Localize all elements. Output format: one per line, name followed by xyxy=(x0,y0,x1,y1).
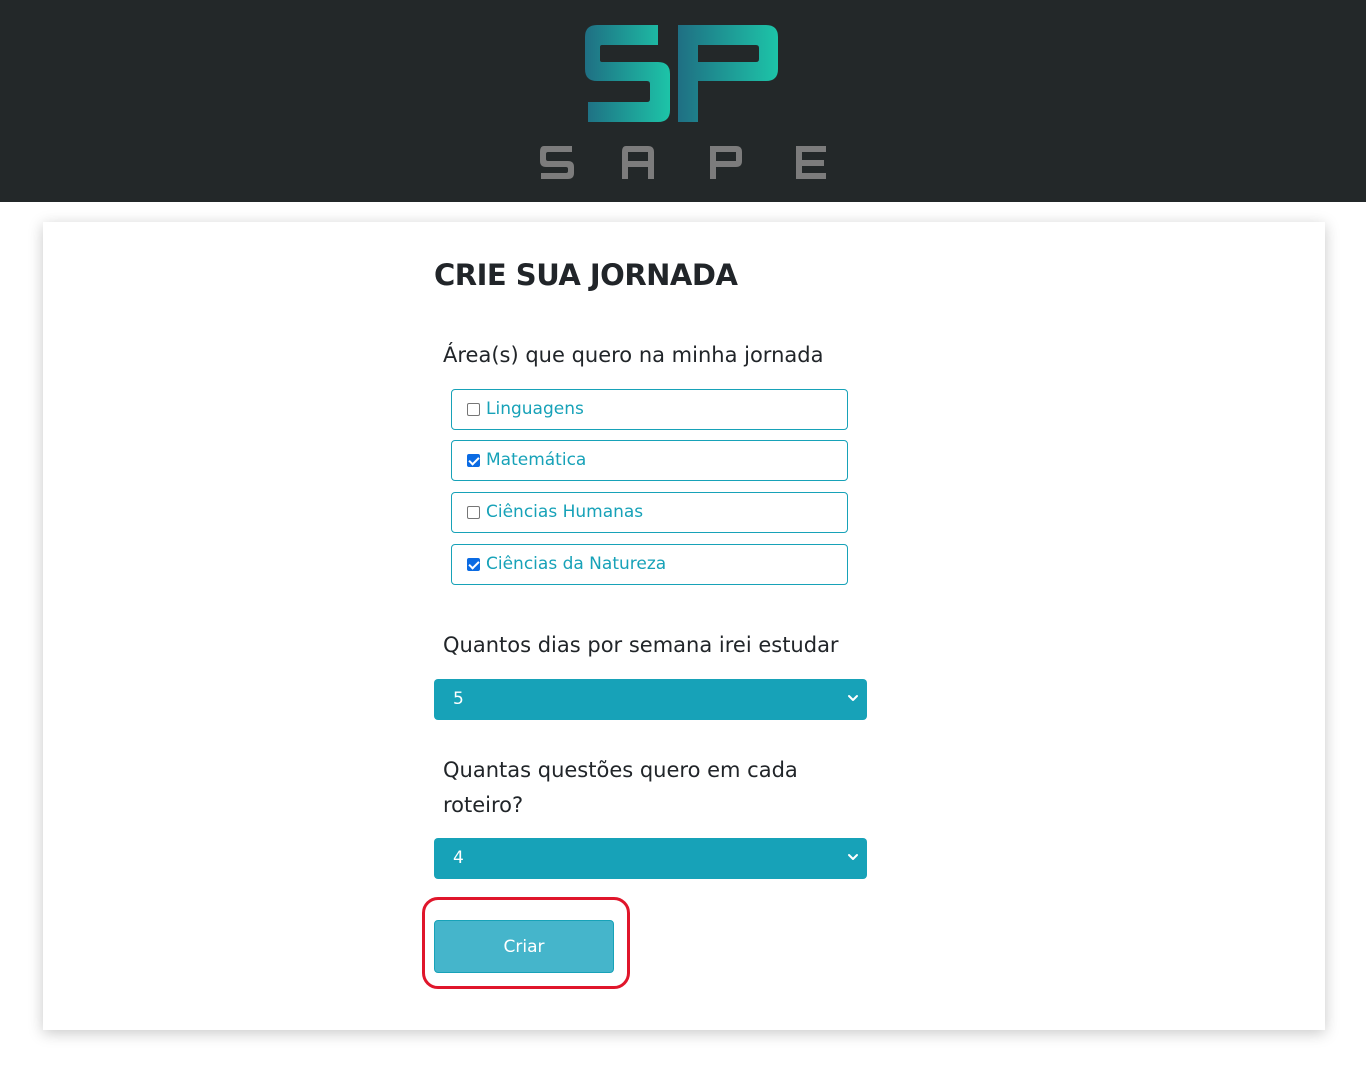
questions-select[interactable]: 4 xyxy=(434,838,867,879)
areas-label: Área(s) que quero na minha jornada xyxy=(443,343,824,367)
page-title: CRIE SUA JORNADA xyxy=(434,258,738,292)
chevron-down-icon xyxy=(848,854,858,860)
area-option-matematica[interactable]: Matemática xyxy=(451,440,848,481)
checkbox-linguagens[interactable] xyxy=(467,403,480,416)
chevron-down-icon xyxy=(848,695,858,701)
create-button[interactable]: Criar xyxy=(434,920,614,973)
site-header xyxy=(0,0,1366,202)
days-label: Quantos dias por semana irei estudar xyxy=(443,633,839,657)
area-label: Ciências da Natureza xyxy=(486,554,667,574)
area-label: Matemática xyxy=(486,450,587,470)
checkbox-matematica[interactable] xyxy=(467,454,480,467)
days-select-value: 5 xyxy=(453,689,464,709)
area-option-ciencias-natureza[interactable]: Ciências da Natureza xyxy=(451,544,848,585)
area-option-linguagens[interactable]: Linguagens xyxy=(451,389,848,430)
area-option-ciencias-humanas[interactable]: Ciências Humanas xyxy=(451,492,848,533)
questions-label: Quantas questões quero em cada roteiro? xyxy=(443,758,798,817)
checkbox-ciencias-humanas[interactable] xyxy=(467,506,480,519)
checkbox-ciencias-natureza[interactable] xyxy=(467,558,480,571)
days-select[interactable]: 5 xyxy=(434,679,867,720)
questions-select-value: 4 xyxy=(453,848,464,868)
area-label: Ciências Humanas xyxy=(486,502,644,522)
area-label: Linguagens xyxy=(486,399,584,419)
sape-logo xyxy=(540,25,826,179)
